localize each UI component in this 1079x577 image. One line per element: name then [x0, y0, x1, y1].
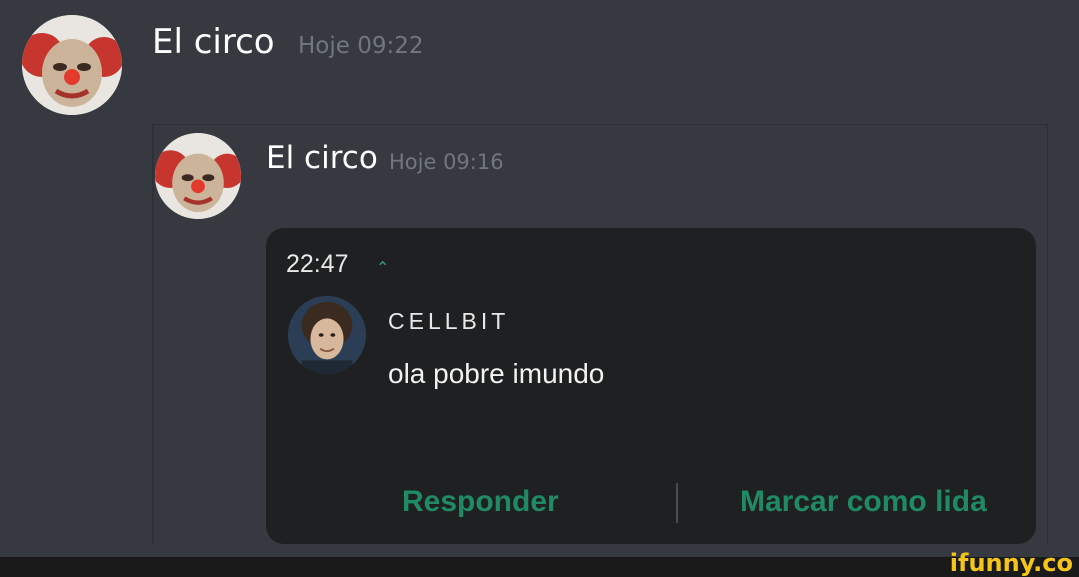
- chevron-up-icon[interactable]: ⌃: [376, 258, 389, 277]
- person-avatar-image: [288, 296, 366, 374]
- clown-avatar-image: [22, 15, 122, 115]
- quoted-author-avatar[interactable]: [155, 133, 241, 219]
- author-name[interactable]: El circo: [152, 22, 275, 62]
- notification-message: ola pobre imundo: [388, 358, 605, 389]
- action-divider: [676, 483, 678, 523]
- author-avatar[interactable]: [22, 15, 122, 115]
- quoted-message-timestamp: Hoje 09:16: [389, 150, 504, 174]
- notification-time: 22:47: [286, 250, 349, 278]
- notification-sender: CELLBIT: [388, 308, 510, 334]
- reply-button[interactable]: Responder: [402, 485, 559, 519]
- message-timestamp: Hoje 09:22: [298, 33, 424, 59]
- mark-as-read-button[interactable]: Marcar como lida: [740, 485, 987, 519]
- clown-avatar-image: [155, 133, 241, 219]
- notification-card: 22:47 ⌃ CELLBIT ola pobre imundo Respond…: [266, 228, 1036, 544]
- sender-avatar: [288, 296, 366, 374]
- quoted-author-name[interactable]: El circo: [266, 140, 378, 176]
- watermark: ifunny.co: [949, 549, 1073, 577]
- footer-bar: [0, 557, 1079, 577]
